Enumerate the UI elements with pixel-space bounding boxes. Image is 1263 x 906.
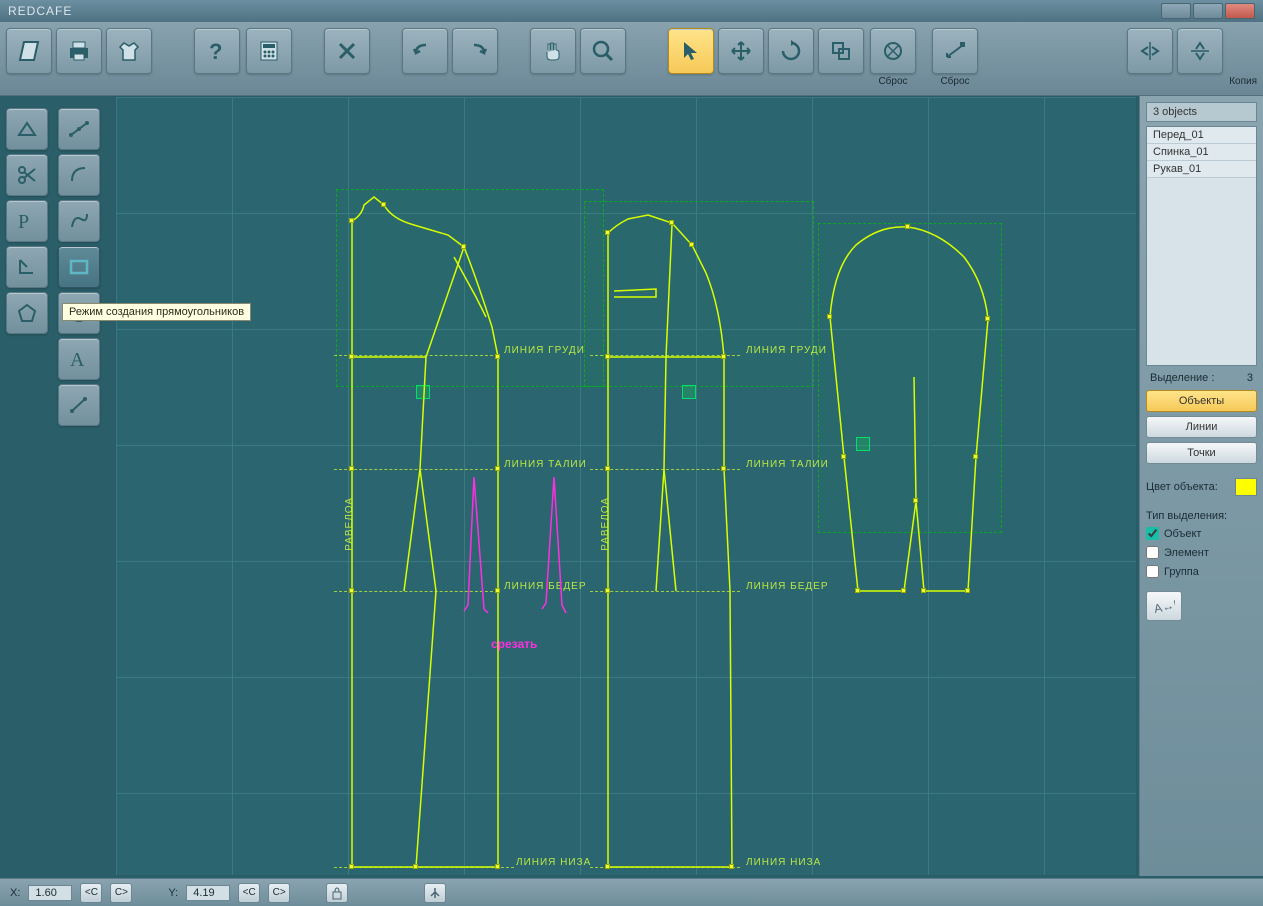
x-prev-button[interactable]: <C	[80, 883, 102, 903]
help-button[interactable]: ?	[194, 28, 240, 74]
scissors-tool[interactable]	[6, 154, 48, 196]
svg-text:A↔B: A↔B	[1153, 597, 1175, 615]
list-item[interactable]: Спинка_01	[1147, 144, 1256, 161]
copy-label: Копия	[1229, 76, 1257, 87]
text-tool[interactable]: A	[58, 338, 100, 380]
calculator-button[interactable]	[246, 28, 292, 74]
corner-tool[interactable]	[6, 246, 48, 288]
objects-button[interactable]: Объекты	[1146, 390, 1257, 412]
triangle-tool[interactable]	[6, 108, 48, 150]
undo-button[interactable]	[402, 28, 448, 74]
objects-list[interactable]: Перед_01 Спинка_01 Рукав_01	[1146, 126, 1257, 366]
x-next-button[interactable]: C>	[110, 883, 132, 903]
scale-button[interactable]	[818, 28, 864, 74]
list-item[interactable]: Рукав_01	[1147, 161, 1256, 178]
snap-button[interactable]	[424, 883, 446, 903]
arc-tool[interactable]	[58, 154, 100, 196]
print-button[interactable]	[56, 28, 102, 74]
shirt-button[interactable]	[106, 28, 152, 74]
color-swatch[interactable]	[1235, 478, 1257, 496]
y-prev-button[interactable]: <C	[238, 883, 260, 903]
rotate-button[interactable]	[768, 28, 814, 74]
seltype-group[interactable]: Группа	[1146, 564, 1257, 579]
reset-2-label: Сброс	[940, 76, 969, 87]
y-value: 4.19	[186, 885, 230, 901]
tooltip: Режим создания прямоугольников	[62, 303, 251, 321]
minimize-button[interactable]	[1161, 3, 1191, 19]
x-label: X:	[10, 887, 20, 899]
statusbar: X: 1.60 <C C> Y: 4.19 <C C>	[0, 878, 1263, 906]
tool-palette: P A	[0, 96, 110, 438]
selection-count-row: Выделение : 3	[1146, 370, 1257, 386]
lock-button[interactable]	[326, 883, 348, 903]
rename-button[interactable]: A↔B	[1146, 591, 1182, 621]
list-item[interactable]: Перед_01	[1147, 127, 1256, 144]
delete-button[interactable]	[324, 28, 370, 74]
maximize-button[interactable]	[1193, 3, 1223, 19]
x-value: 1.60	[28, 885, 72, 901]
new-button[interactable]	[6, 28, 52, 74]
svg-text:P: P	[18, 211, 29, 233]
reset-2-button[interactable]	[932, 28, 978, 74]
points-button[interactable]: Точки	[1146, 442, 1257, 464]
rectangle-tool[interactable]	[58, 246, 100, 288]
mirror-v-button[interactable]	[1127, 28, 1173, 74]
app-title: REDCAFE	[8, 4, 72, 18]
objects-header: 3 objects	[1146, 102, 1257, 122]
object-color-row: Цвет объекта:	[1146, 476, 1257, 498]
lines-button[interactable]: Линии	[1146, 416, 1257, 438]
pattern-drawing	[116, 97, 1136, 875]
segment-tool[interactable]	[58, 384, 100, 426]
redo-button[interactable]	[452, 28, 498, 74]
main-toolbar: ?	[0, 22, 1263, 96]
select-button[interactable]	[668, 28, 714, 74]
titlebar: REDCAFE	[0, 0, 1263, 22]
svg-text:?: ?	[209, 39, 222, 63]
seltype-object[interactable]: Объект	[1146, 526, 1257, 541]
shape-tool[interactable]	[6, 292, 48, 334]
canvas[interactable]: ЛИНИЯ ГРУДИ ЛИНИЯ ГРУДИ ЛИНИЯ ТАЛИИ ЛИНИ…	[115, 96, 1137, 876]
y-label: Y:	[168, 887, 178, 899]
pan-button[interactable]	[530, 28, 576, 74]
curve-tool[interactable]	[58, 200, 100, 242]
close-button[interactable]	[1225, 3, 1255, 19]
svg-text:A: A	[70, 349, 85, 371]
zoom-button[interactable]	[580, 28, 626, 74]
reset-1-label: Сброс	[878, 76, 907, 87]
object-panel: 3 objects Перед_01 Спинка_01 Рукав_01 Вы…	[1139, 96, 1263, 876]
reset-1-button[interactable]	[870, 28, 916, 74]
seltype-label: Тип выделения:	[1146, 510, 1257, 522]
seltype-element[interactable]: Элемент	[1146, 545, 1257, 560]
move-button[interactable]	[718, 28, 764, 74]
window-controls	[1161, 3, 1255, 19]
y-next-button[interactable]: C>	[268, 883, 290, 903]
mirror-h-button[interactable]	[1177, 28, 1223, 74]
point-tool[interactable]: P	[6, 200, 48, 242]
line-tool[interactable]	[58, 108, 100, 150]
cut-label: срезать	[491, 637, 537, 651]
